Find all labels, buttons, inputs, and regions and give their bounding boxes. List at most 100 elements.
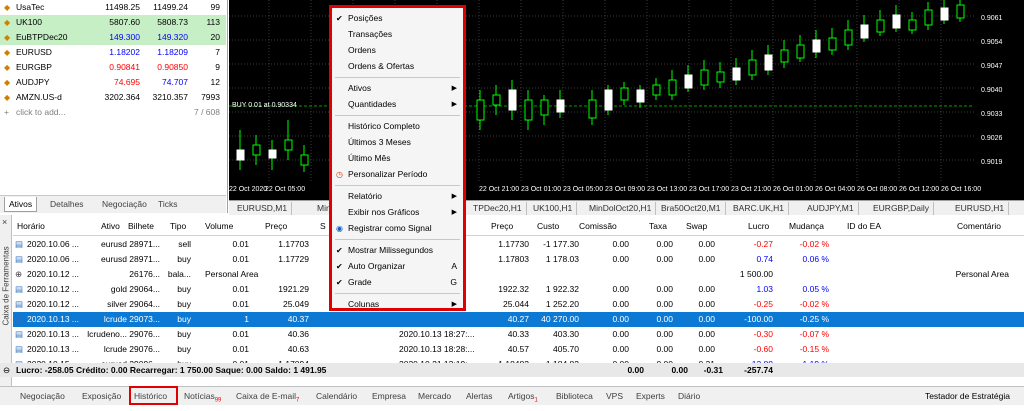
column-header-volume[interactable]: Volume <box>205 221 233 231</box>
cell-comment: Personal Area <box>955 269 1009 279</box>
table-row[interactable]: ▤ 2020.10.06 ... eurusd 28971... sell 0.01 1.1… <box>13 237 1024 252</box>
bottom-tab-12[interactable]: Experts <box>636 389 665 404</box>
collapse-icon[interactable]: ⊖ <box>3 363 10 377</box>
column-header-taxa[interactable]: Taxa <box>649 221 667 231</box>
cell-fee: 0.00 <box>656 314 673 324</box>
column-header-lucro[interactable]: Lucro <box>748 221 769 231</box>
history-table-header: Horário Ativo Bilhete Tipo Volume Preço S Preço… <box>13 219 1024 236</box>
column-header-ativo[interactable]: Ativo <box>101 221 120 231</box>
menu-item-columns[interactable]: Colunas ▶ <box>332 297 463 312</box>
bottom-tab-6[interactable]: Empresa <box>372 389 406 404</box>
cell-cprice: 40.33 <box>507 329 529 339</box>
cell-time: 2020.10.13 ... <box>27 344 79 354</box>
column-header-comissao[interactable]: Comissão <box>579 221 617 231</box>
column-header-comentario[interactable]: Comentário <box>957 221 1001 231</box>
table-row[interactable]: ▤ 2020.10.12 ... silver 29064... buy 0.01 25.0… <box>13 297 1024 312</box>
column-header-mudanca[interactable]: Mudança <box>789 221 824 231</box>
market-watch-row[interactable]: ◆ AMZN.US-d 3202.364 3210.357 7993 <box>0 90 226 105</box>
cell-change: -0.02 % <box>799 299 829 309</box>
table-row[interactable]: ▤ 2020.10.12 ... gold 29064... buy 0.01 1921.2… <box>13 282 1024 297</box>
bottom-tab-9[interactable]: Artigos1 <box>508 389 538 404</box>
market-watch-row[interactable]: ◆ EuBTPDec20 149.300 149.320 20 <box>0 30 226 45</box>
bottom-tab-13[interactable]: Diário <box>678 389 700 404</box>
chart-tab[interactable]: EURUSD,M1 <box>233 202 293 215</box>
table-row[interactable]: ▤ 2020.10.13 ... lcrude 29076... buy 0.01 40.6… <box>13 342 1024 357</box>
menu-item-report[interactable]: Relatório ▶ <box>332 189 463 204</box>
menu-item-grid[interactable]: ✔ Grade G <box>332 275 463 290</box>
menu-item-last-3-months[interactable]: Últimos 3 Meses <box>332 135 463 150</box>
tab-0[interactable]: Ativos <box>4 197 38 212</box>
table-row[interactable]: ▤ 2020.10.13 ... lcrude 29073... buy 1 40.37 40… <box>13 312 1024 327</box>
market-watch-row[interactable]: ◆ AUDJPY 74.695 74.707 12 <box>0 75 226 90</box>
cell-type: sell <box>178 239 191 249</box>
menu-item-custom-period[interactable]: ◷ Personalizar Período <box>332 167 463 182</box>
chart-tab[interactable]: AUDJPY,M1 <box>803 202 859 215</box>
chart-tab[interactable]: BARC.UK,H1 <box>729 202 790 215</box>
chart-tab[interactable]: MinDolOct20,H1 <box>585 202 657 215</box>
market-watch-row[interactable]: ◆ UsaTec 11498.25 11499.24 99 <box>0 0 226 15</box>
symbol-name: UK100 <box>16 17 42 27</box>
column-header-id_ea[interactable]: ID do EA <box>847 221 881 231</box>
tab-2[interactable]: Negociação <box>98 197 151 212</box>
candle-body <box>588 99 597 119</box>
bottom-tab-10[interactable]: Biblioteca <box>556 389 593 404</box>
bottom-tab-5[interactable]: Calendário <box>316 389 357 404</box>
bottom-tab-11[interactable]: VPS <box>606 389 623 404</box>
cell-cprice: 1922.32 <box>498 284 529 294</box>
menu-item-show-charts[interactable]: Exibir nos Gráficos ▶ <box>332 205 463 220</box>
menu-item-orders-deals[interactable]: Ordens & Ofertas <box>332 59 463 74</box>
column-header-custo[interactable]: Custo <box>537 221 559 231</box>
bottom-tab-3[interactable]: Notícias99 <box>184 389 221 404</box>
add-symbol-row[interactable]: + click to add... 7 / 608 <box>0 105 226 120</box>
chart-tab[interactable]: TPDec20,H1 <box>469 202 527 215</box>
chart-tab[interactable]: EURUSD,H1 <box>951 202 1010 215</box>
cell-vol: 0.01 <box>232 239 249 249</box>
tab-3[interactable]: Ticks <box>154 197 182 212</box>
cell-vol: 0.01 <box>232 299 249 309</box>
column-header-tipo[interactable]: Tipo <box>170 221 186 231</box>
market-watch-row[interactable]: ◆ EURUSD 1.18202 1.18209 7 <box>0 45 226 60</box>
bottom-tab-0[interactable]: Negociação <box>20 389 65 404</box>
table-row[interactable]: ▤ 2020.10.13 ... lcrudeno... 29076... buy 0.0… <box>13 327 1024 342</box>
column-header-s[interactable]: S <box>320 221 326 231</box>
candle-body <box>620 87 629 101</box>
chart-tab[interactable]: Bra50Oct20,M1 <box>657 202 726 215</box>
bottom-tab-8[interactable]: Alertas <box>466 389 492 404</box>
column-header-horario[interactable]: Horário <box>17 221 45 231</box>
table-row[interactable]: ▤ 2020.10.06 ... eurusd 28971... buy 0.01 1.17… <box>13 252 1024 267</box>
market-watch-row[interactable]: ◆ EURGBP 0.90841 0.90850 9 <box>0 60 226 75</box>
price-label: 0.9019 <box>981 159 1003 166</box>
cell-ctime: 2020.10.13 18:28:... <box>399 344 475 354</box>
menu-item-auto-arrange[interactable]: ✔ Auto Organizar A <box>332 259 463 274</box>
menu-item-orders[interactable]: Ordens <box>332 43 463 58</box>
table-row[interactable]: ⊕ 2020.10.12 ... 26176... bala... Personal A… <box>13 267 1024 282</box>
bottom-tab-7[interactable]: Mercado <box>418 389 451 404</box>
symbol-name: EuBTPDec20 <box>16 32 68 42</box>
column-header-preco[interactable]: Preço <box>265 221 287 231</box>
cell-profit: -0.60 <box>753 344 773 354</box>
chart-tab[interactable]: UK100,H1 <box>529 202 578 215</box>
column-header-swap[interactable]: Swap <box>686 221 707 231</box>
bottom-tab-1[interactable]: Exposição <box>82 389 121 404</box>
column-header-preco2[interactable]: Preço <box>491 221 513 231</box>
chart-tab[interactable]: EURGBP,Daily <box>869 202 935 215</box>
close-icon[interactable]: × <box>2 217 7 227</box>
cell-com: 0.00 <box>612 299 629 309</box>
column-header-bilhete[interactable]: Bilhete <box>128 221 154 231</box>
menu-item-assets[interactable]: Ativos ▶ <box>332 81 463 96</box>
bid-price: 3202.364 <box>104 92 140 102</box>
tab-1[interactable]: Detalhes <box>46 197 88 212</box>
menu-item-last-month[interactable]: Último Mês <box>332 151 463 166</box>
cell-time: 2020.10.13 ... <box>27 314 79 324</box>
strategy-tester-button[interactable]: Testador de Estratégia <box>925 389 1010 404</box>
cell-cost: 40 270.00 <box>541 314 579 324</box>
menu-item-positions[interactable]: ✔ Posições <box>332 11 463 26</box>
menu-item-quantities[interactable]: Quantidades ▶ <box>332 97 463 112</box>
menu-item-register-signal[interactable]: ◉ Registrar como Signal <box>332 221 463 236</box>
menu-item-show-milliseconds[interactable]: ✔ Mostrar Milissegundos <box>332 243 463 258</box>
market-watch-row[interactable]: ◆ UK100 5807.60 5808.73 113 <box>0 15 226 30</box>
bottom-tab-4[interactable]: Caixa de E-mail7 <box>236 389 299 404</box>
menu-item-full-history[interactable]: Histórico Completo <box>332 119 463 134</box>
menu-item-transactions[interactable]: Transações <box>332 27 463 42</box>
bid-price: 0.90841 <box>109 62 140 72</box>
